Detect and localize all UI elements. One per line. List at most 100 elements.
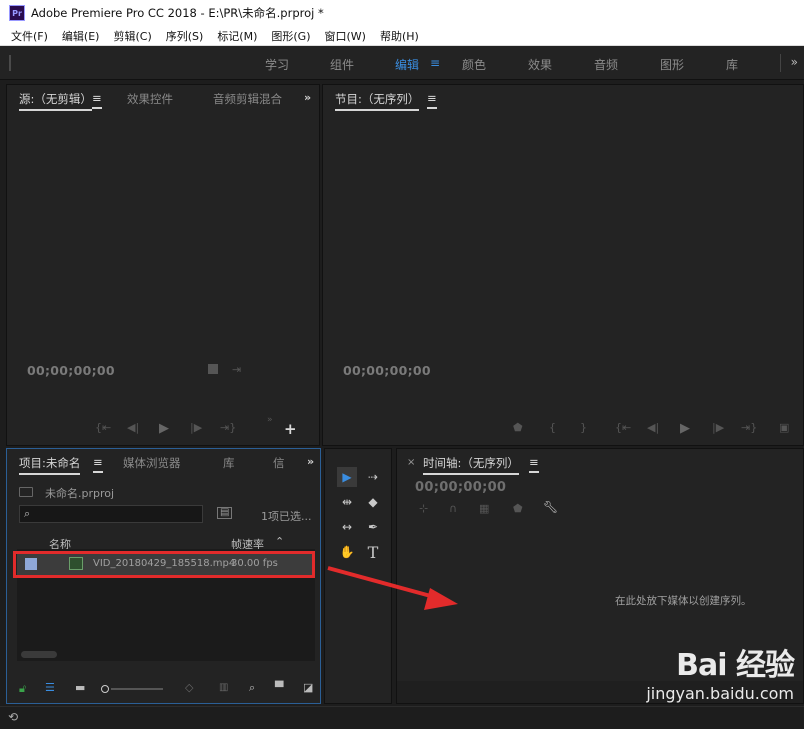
sort-ascending-icon[interactable]: ⌃: [275, 535, 284, 548]
tab-effect-controls[interactable]: 效果控件: [127, 91, 173, 107]
play-icon[interactable]: ▶: [159, 421, 169, 436]
workspace-menu-icon[interactable]: ≡: [430, 56, 440, 70]
window-title: Adobe Premiere Pro CC 2018 - E:\PR\未命名.p…: [31, 6, 324, 20]
menu-file[interactable]: 文件(F): [4, 28, 55, 44]
workspace-tab-graphics[interactable]: 图形: [660, 56, 684, 73]
premiere-logo-icon: Pr: [9, 5, 25, 21]
menu-help[interactable]: 帮助(H): [373, 28, 426, 44]
project-scrollbar[interactable]: [21, 651, 57, 658]
workspace-divider: [780, 54, 781, 72]
program-step-forward-icon[interactable]: |▶: [712, 421, 724, 434]
workspace-tab-learn[interactable]: 学习: [265, 56, 289, 73]
selection-count: 1项已选...: [261, 510, 312, 523]
step-forward-icon[interactable]: |▶: [190, 421, 202, 434]
zoom-slider-track[interactable]: [111, 688, 163, 690]
source-timecode[interactable]: 00;00;00;00: [27, 363, 115, 378]
timeline-marker-icon[interactable]: ⬟: [513, 502, 523, 515]
automate-to-sequence-icon[interactable]: ▥: [219, 682, 228, 693]
button-editor-add-icon[interactable]: +: [284, 420, 297, 438]
menu-graphics[interactable]: 图形(G): [264, 28, 317, 44]
workspace-more-icon[interactable]: »: [791, 55, 798, 69]
project-search-input[interactable]: ⌕: [19, 505, 203, 523]
add-marker-icon[interactable]: ⬟: [513, 421, 523, 434]
project-more-icon[interactable]: »: [307, 455, 314, 468]
program-monitor-panel: 节目:（无序列） ≡ 00;00;00;00 ⬟ { } {⇤ ◀| ▶ |▶ …: [322, 84, 804, 446]
menu-bar: 文件(F) 编辑(E) 剪辑(C) 序列(S) 标记(M) 图形(G) 窗口(W…: [0, 26, 804, 46]
status-bar: ⟲: [0, 706, 804, 729]
new-search-bin-icon[interactable]: ▤: [217, 507, 233, 519]
list-view-icon[interactable]: ☰: [45, 681, 55, 694]
go-to-out-icon[interactable]: ⇥}: [220, 421, 236, 434]
tab-info[interactable]: 信: [273, 455, 285, 471]
linked-selection-icon[interactable]: ∩: [449, 502, 457, 515]
selection-tool-icon[interactable]: ▶: [337, 467, 357, 487]
new-bin-icon[interactable]: ▀: [275, 681, 283, 694]
source-extra-controls-icon[interactable]: »: [267, 415, 273, 425]
workspace-bar: 学习 组件 编辑 ≡ 颜色 效果 音频 图形 库 »: [0, 46, 804, 80]
timeline-close-icon[interactable]: ×: [407, 457, 415, 468]
workspace-tab-effects[interactable]: 效果: [528, 56, 552, 73]
project-tab-menu-icon[interactable]: ≡: [93, 455, 103, 473]
source-more-icon[interactable]: »: [304, 91, 311, 104]
type-tool-icon[interactable]: T: [363, 542, 383, 562]
search-icon: ⌕: [24, 507, 31, 520]
find-icon[interactable]: ⌕: [249, 681, 255, 695]
snap-icon[interactable]: ⊹: [419, 502, 428, 515]
render-status-icon[interactable]: ⟲: [8, 710, 18, 724]
ripple-edit-tool-icon[interactable]: ⇹: [337, 492, 357, 512]
tab-program[interactable]: 节目:（无序列）: [335, 91, 420, 111]
sort-icons-icon[interactable]: ◇: [185, 681, 193, 694]
program-go-to-in-icon[interactable]: {⇤: [615, 421, 631, 434]
highlight-box: [13, 551, 315, 578]
tab-libraries[interactable]: 库: [223, 455, 235, 471]
tab-timeline[interactable]: 时间轴:（无序列）: [423, 455, 519, 475]
mark-out-bracket-icon[interactable]: }: [580, 421, 587, 434]
track-select-tool-icon[interactable]: ⇢: [363, 467, 383, 487]
timeline-tab-menu-icon[interactable]: ≡: [529, 455, 539, 473]
program-play-icon[interactable]: ▶: [680, 421, 690, 436]
annotation-arrow-shaft: [327, 566, 439, 600]
mark-in-bracket-icon[interactable]: {: [549, 421, 556, 434]
menu-window[interactable]: 窗口(W): [318, 28, 373, 44]
timeline-timecode[interactable]: 00;00;00;00: [415, 480, 506, 495]
menu-edit[interactable]: 编辑(E): [55, 28, 107, 44]
wrench-settings-icon[interactable]: 🔧︎: [543, 500, 558, 514]
annotation-arrow-head: [424, 588, 458, 610]
source-monitor-panel: 源:（无剪辑） ≡ 效果控件 音频剪辑混合 » 00;00;00;00 ⇥ {⇤…: [6, 84, 320, 446]
workspace-tab-color[interactable]: 颜色: [462, 56, 486, 73]
menu-clip[interactable]: 剪辑(C): [106, 28, 158, 44]
export-frame-icon[interactable]: ▣: [779, 421, 789, 434]
program-tab-menu-icon[interactable]: ≡: [427, 91, 437, 109]
workspace-tab-assembly[interactable]: 组件: [330, 56, 354, 73]
tab-media-browser[interactable]: 媒体浏览器: [123, 455, 181, 471]
zoom-slider-handle[interactable]: [101, 685, 109, 693]
lock-icon[interactable]: 🔓︎: [19, 682, 26, 696]
drop-media-hint: 在此处放下媒体以创建序列。: [615, 595, 752, 607]
source-tab-menu-icon[interactable]: ≡: [92, 91, 102, 109]
step-back-icon[interactable]: ◀|: [127, 421, 139, 434]
workspace-tab-libraries[interactable]: 库: [726, 56, 738, 73]
slip-tool-icon[interactable]: ↔: [337, 517, 357, 537]
menu-sequence[interactable]: 序列(S): [159, 28, 211, 44]
workspace-grip-handle[interactable]: [9, 55, 11, 71]
hand-tool-icon[interactable]: ✋: [337, 542, 357, 562]
workspace-tab-audio[interactable]: 音频: [594, 56, 618, 73]
razor-tool-icon[interactable]: ◆: [363, 492, 383, 512]
icon-view-icon[interactable]: ▬: [75, 681, 85, 694]
new-item-icon[interactable]: ◪: [303, 681, 313, 694]
menu-marker[interactable]: 标记(M): [210, 28, 264, 44]
mark-in-icon[interactable]: {⇤: [95, 421, 111, 434]
program-go-to-out-icon[interactable]: ⇥}: [741, 421, 757, 434]
workspace-tab-editing[interactable]: 编辑: [395, 56, 419, 73]
project-file-name: 未命名.prproj: [45, 487, 115, 500]
source-settings-icon[interactable]: [208, 364, 218, 374]
program-timecode[interactable]: 00;00;00;00: [343, 363, 431, 378]
pen-tool-icon[interactable]: ✒: [363, 517, 383, 537]
tab-source[interactable]: 源:（无剪辑）: [19, 91, 92, 111]
program-step-back-icon[interactable]: ◀|: [647, 421, 659, 434]
tab-project[interactable]: 项目:未命名: [19, 455, 81, 475]
tab-audio-clip-mixer[interactable]: 音频剪辑混合: [213, 91, 282, 107]
source-drag-icon[interactable]: ⇥: [232, 363, 241, 376]
baidu-watermark: Bai 经验 jingyan.baidu.com: [646, 640, 795, 703]
insert-nested-icon[interactable]: ▦: [479, 502, 489, 515]
